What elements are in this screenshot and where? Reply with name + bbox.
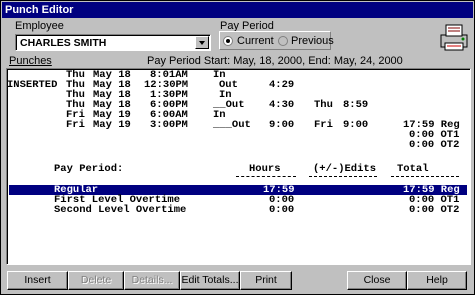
employee-label: Employee [15,20,64,32]
summary-col-edits: (+/-)Edits [313,163,377,175]
insert-button[interactable]: Insert [7,271,68,290]
punch-row-day-total-label: Fri [314,119,333,131]
punch-row-tag: INSERTED [7,79,58,91]
window-title: Punch Editor [2,2,473,18]
close-button[interactable]: Close [347,271,407,290]
current-radio[interactable] [223,36,233,46]
summary-col-total: Total [397,163,429,175]
total-divider [391,176,459,177]
summary-row-hours: 0:00 [269,204,295,216]
punch-row-hours: 9:00 [269,119,295,131]
hours-divider [236,176,296,177]
previous-radio[interactable] [278,36,288,46]
help-button[interactable]: Help [407,271,467,290]
punch-row-day: Fri [66,119,85,131]
printer-icon[interactable] [438,21,470,53]
summary-row-name[interactable]: Second Level Overtime [54,205,186,216]
previous-radio-label[interactable]: Previous [291,35,334,47]
summary-row-total: 0:00 OT2 [409,204,460,216]
punch-row-type: ___Out [213,119,251,131]
summary-col-hours: Hours [249,163,281,175]
chevron-down-icon [199,41,205,45]
details-button[interactable]: Details... [124,271,180,290]
punch-row-day-total-label: Thu [314,99,333,111]
edit-totals-button[interactable]: Edit Totals... [180,271,240,290]
current-radio-label[interactable]: Current [237,35,274,47]
punches-label: Punches [9,55,52,67]
punch-row-time: 3:00PM [150,119,188,131]
punch-row-hours: 4:29 [269,79,295,91]
delete-button[interactable]: Delete [68,271,124,290]
punch-row-day-total: 9:00 [343,119,369,131]
punch-row-day-total: 8:59 [343,99,369,111]
punch-row-hours: 4:30 [269,99,295,111]
employee-select-value: CHARLES SMITH [20,37,107,49]
employee-select[interactable]: CHARLES SMITH [15,34,211,51]
punch-row-date: May 19 [93,119,131,131]
punch-editor-window: Punch Editor Employee CHARLES SMITH Pay … [0,0,475,295]
summary-col-pay-period: Pay Period: [54,163,124,175]
employee-dropdown-button[interactable] [195,36,209,49]
extra-line-ot2: 0:00 OT2 [409,139,460,151]
period-range: Pay Period Start: May, 18, 2000, End: Ma… [147,55,403,67]
punch-list[interactable]: INSERTED Thu Thu Thu Thu Fri Fri May 18 … [6,68,471,265]
edits-divider [309,176,377,177]
print-button[interactable]: Print [240,271,292,290]
